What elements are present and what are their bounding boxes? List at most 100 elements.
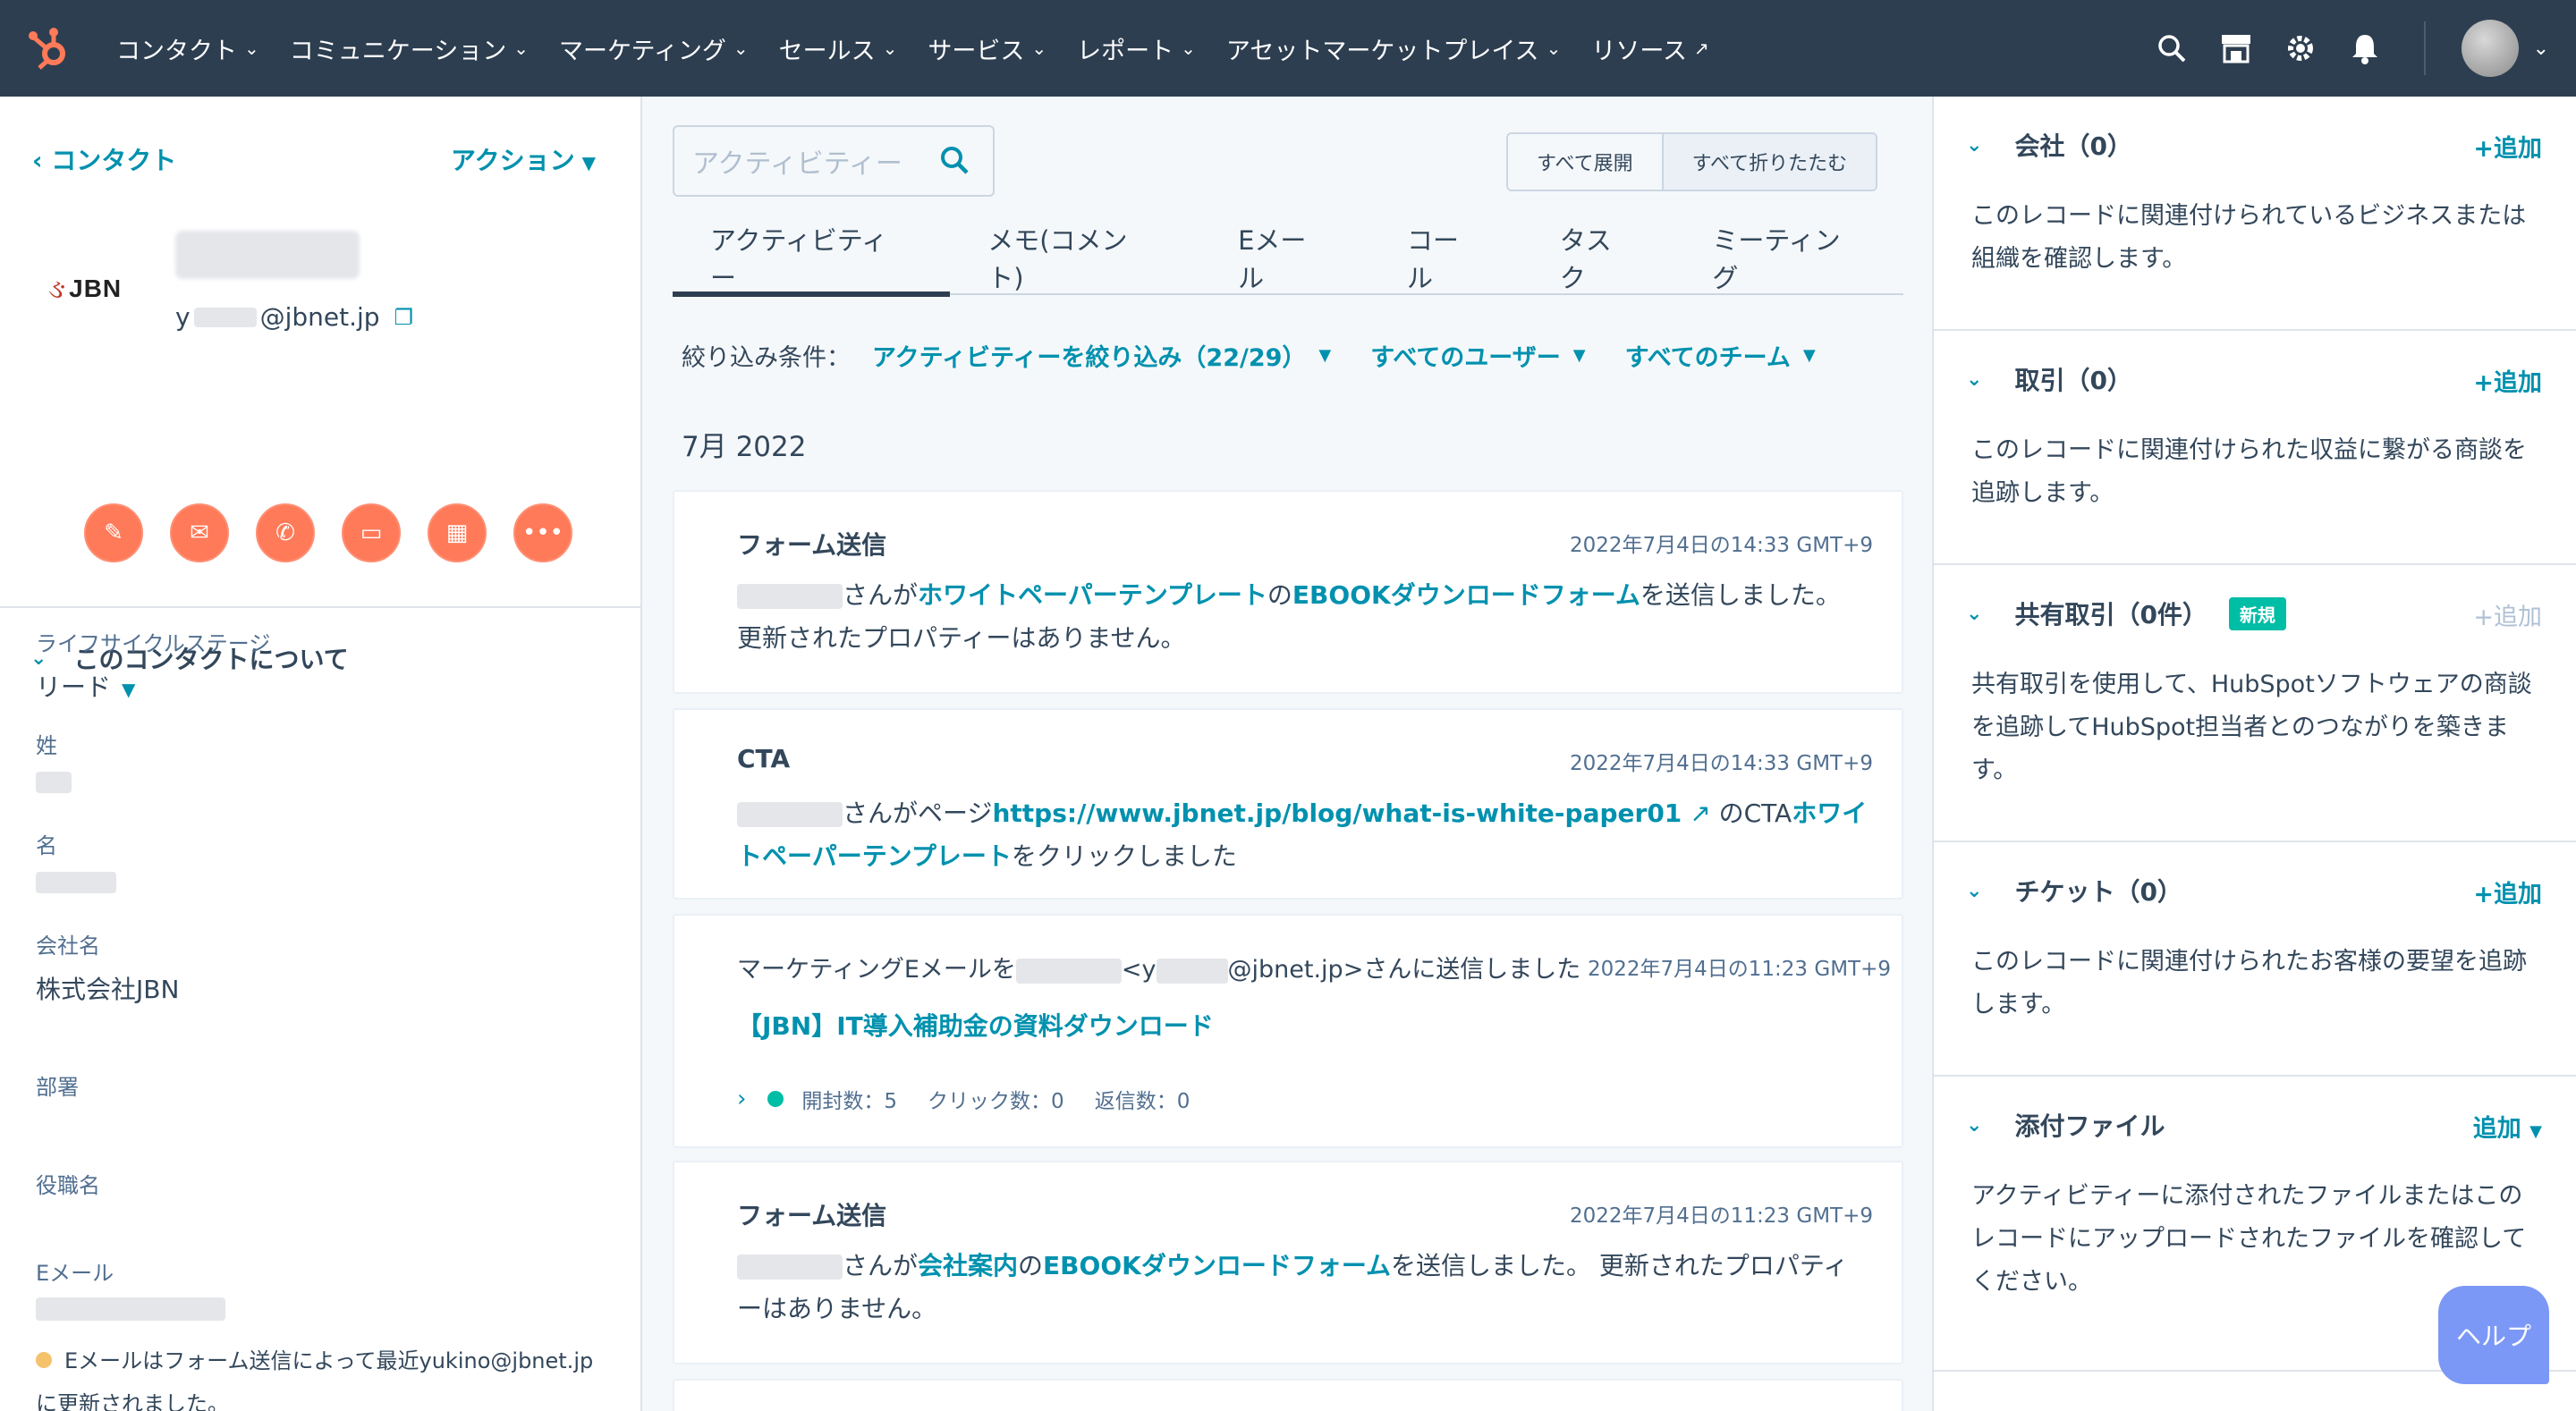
page-link[interactable]: 会社案内 [918, 1251, 1018, 1280]
last-name-redacted[interactable] [36, 772, 72, 793]
log-activity-button[interactable]: ▭ [342, 503, 401, 562]
nav-asset-marketplace[interactable]: アセットマーケットプレイス ⌄ [1226, 31, 1561, 66]
attachments-toggle[interactable]: ⌄ 添付ファイル [1966, 1107, 2165, 1143]
shared-deals-toggle[interactable]: ⌄ 共有取引（0件） 新規 [1966, 596, 2286, 631]
new-badge: 新規 [2228, 596, 2286, 630]
chevron-down-icon: ⌄ [1966, 879, 1983, 902]
bell-icon[interactable] [2347, 30, 2383, 66]
department-property: 部署 [36, 1075, 79, 1100]
note-button[interactable]: ✎ [84, 503, 143, 562]
top-nav: コンタクト ⌄ コミュニケーション ⌄ マーケティング ⌄ セールス ⌄ サービス ⌄ レ… [0, 0, 2576, 97]
expand-collapse-group: すべて展開 すべて折りたたむ [1506, 132, 1878, 191]
lifecycle-stage-select[interactable]: リード ▼ [36, 668, 270, 704]
chevron-down-icon: ⌄ [244, 38, 259, 59]
nav-reports[interactable]: レポート ⌄ [1077, 31, 1196, 66]
nav-resources[interactable]: リソース ↗ [1591, 31, 1708, 66]
add-deal-button[interactable]: +追加 [2473, 363, 2542, 398]
task-button[interactable]: ▦ [428, 503, 487, 562]
email-update-notice: Eメールはフォーム送信によって最近yukino@jbnet.jpに更新されました… [36, 1348, 594, 1411]
tab-notes[interactable]: メモ(コメント) [950, 222, 1200, 293]
hubspot-logo-icon[interactable] [23, 21, 77, 75]
email-subject-link[interactable]: 【JBN】IT導入補助金の資料ダウンロード [737, 1011, 1214, 1041]
marketplace-icon[interactable] [2218, 30, 2254, 66]
contact-name-redacted [737, 802, 843, 827]
nav-conversations[interactable]: コミュニケーション ⌄ [290, 31, 529, 66]
tab-calls[interactable]: コール [1369, 222, 1522, 293]
nav-sales[interactable]: セールス ⌄ [779, 31, 898, 66]
deals-toggle[interactable]: ⌄ 取引（0） [1966, 361, 2132, 397]
calendar-icon: ▦ [445, 520, 469, 546]
quick-actions: ✎ ✉ ✆ ▭ ▦ ••• [84, 503, 599, 562]
caret-down-icon: ▼ [1802, 346, 1816, 365]
companies-toggle[interactable]: ⌄ 会社（0） [1966, 127, 2132, 163]
search-icon[interactable] [939, 145, 970, 183]
chevron-down-icon: ⌄ [1966, 602, 1983, 625]
chevron-down-icon: ⌄ [513, 38, 529, 59]
avatar[interactable] [2461, 20, 2519, 77]
back-to-contacts-link[interactable]: ‹ コンタクト [32, 141, 176, 177]
activity-card-cta[interactable]: CTA 2022年7月4日の14:33 GMT+9 さんがページhttps://… [673, 708, 1903, 900]
chevron-down-icon: ⌄ [733, 38, 749, 59]
copy-icon[interactable]: ❐ [394, 305, 414, 330]
activity-filter-dropdown[interactable]: アクティビティーを絞り込み（22/29） ▼ [872, 338, 1331, 373]
nav-marketing[interactable]: マーケティング ⌄ [559, 31, 749, 66]
caret-down-icon: ▼ [1318, 346, 1332, 365]
email-redacted[interactable] [36, 1297, 225, 1321]
team-filter-dropdown[interactable]: すべてのチーム ▼ [1625, 338, 1816, 373]
status-dot [767, 1091, 784, 1107]
chevron-down-icon[interactable]: ⌄ [2533, 38, 2549, 60]
more-icon: ••• [521, 520, 564, 546]
activity-card-form-submission[interactable]: フォーム送信 2022年7月4日の11:23 GMT+9 さんが会社案内のEBO… [673, 1161, 1903, 1365]
tickets-section: ⌄ チケット（0） +追加 このレコードに関連付けられたお客様の要望を追跡します。 [1934, 842, 2576, 1077]
email-property: Eメール [36, 1255, 225, 1321]
caret-down-icon: ▼ [581, 152, 596, 173]
add-company-button[interactable]: +追加 [2473, 129, 2542, 164]
call-button[interactable]: ✆ [256, 503, 315, 562]
nav-contacts[interactable]: コンタクト ⌄ [116, 31, 259, 66]
chevron-down-icon: ⌄ [1031, 38, 1047, 59]
companies-section: ⌄ 会社（0） +追加 このレコードに関連付けられているビジネスまたは組織を確認し… [1934, 97, 2576, 331]
page-url-link[interactable]: https://www.jbnet.jp/blog/what-is-white-… [992, 798, 1682, 828]
add-ticket-button[interactable]: +追加 [2473, 874, 2542, 909]
company-value[interactable]: 株式会社JBN [36, 970, 179, 1006]
first-name-property: 名 [36, 828, 116, 893]
nav-divider [2423, 21, 2426, 75]
nav-service[interactable]: サービス ⌄ [928, 31, 1046, 66]
more-button[interactable]: ••• [513, 503, 572, 562]
activity-search-input[interactable]: アクティビティー [673, 125, 995, 197]
expand-all-button[interactable]: すべて展開 [1508, 134, 1662, 190]
form-link[interactable]: EBOOKダウンロードフォーム [1043, 1251, 1391, 1280]
lifecycle-stage-property: ライフサイクルステージ リード ▼ [36, 631, 271, 704]
window-icon: ▭ [360, 520, 383, 546]
collapse-all-button[interactable]: すべて折りたたむ [1661, 134, 1877, 190]
tab-activity[interactable]: アクティビティー [673, 222, 951, 297]
add-attachment-dropdown[interactable]: 追加 ▼ [2473, 1109, 2542, 1144]
add-shared-deal-button[interactable]: +追加 [2473, 597, 2542, 632]
activity-card-form-submission[interactable]: フォーム送信 2022年7月4日の14:33 GMT+9 さんがホワイトペーパー… [673, 490, 1903, 694]
external-link-icon: ↗ [1693, 38, 1709, 59]
tab-emails[interactable]: Eメール [1200, 222, 1369, 293]
activity-card-partial[interactable] [673, 1379, 1903, 1411]
chevron-right-icon[interactable]: › [737, 1086, 746, 1112]
gear-icon[interactable] [2283, 30, 2318, 66]
deals-section: ⌄ 取引（0） +追加 このレコードに関連付けられた収益に繋がる商談を追跡します。 [1934, 331, 2576, 565]
jbn-mark-icon: ઙ [48, 273, 66, 305]
page-link[interactable]: ホワイトペーパーテンプレート [918, 580, 1267, 610]
tab-tasks[interactable]: タスク [1522, 222, 1675, 293]
form-link[interactable]: EBOOKダウンロードフォーム [1292, 580, 1640, 610]
help-button[interactable]: ヘルプ [2438, 1286, 2549, 1384]
user-filter-dropdown[interactable]: すべてのユーザー ▼ [1370, 338, 1585, 373]
actions-dropdown[interactable]: アクション ▼ [451, 141, 596, 177]
search-icon[interactable] [2154, 30, 2190, 66]
caret-down-icon: ▼ [1572, 346, 1586, 365]
contact-name-redacted [1015, 958, 1122, 984]
tickets-toggle[interactable]: ⌄ チケット（0） [1966, 873, 2182, 908]
chevron-down-icon: ⌄ [1966, 368, 1983, 391]
job-title-property: 役職名 [36, 1173, 100, 1198]
activity-card-marketing-email[interactable]: マーケティングEメールを <y @jbnet.jp>さんに送信しました 2022年7… [673, 914, 1903, 1148]
email-button[interactable]: ✉ [170, 503, 229, 562]
envelope-icon: ✉ [190, 520, 209, 546]
first-name-redacted[interactable] [36, 872, 116, 893]
email-stats[interactable]: › 開封数：5 クリック数：0 返信数：0 [737, 1084, 1220, 1114]
tab-meetings[interactable]: ミーティング [1674, 222, 1903, 293]
